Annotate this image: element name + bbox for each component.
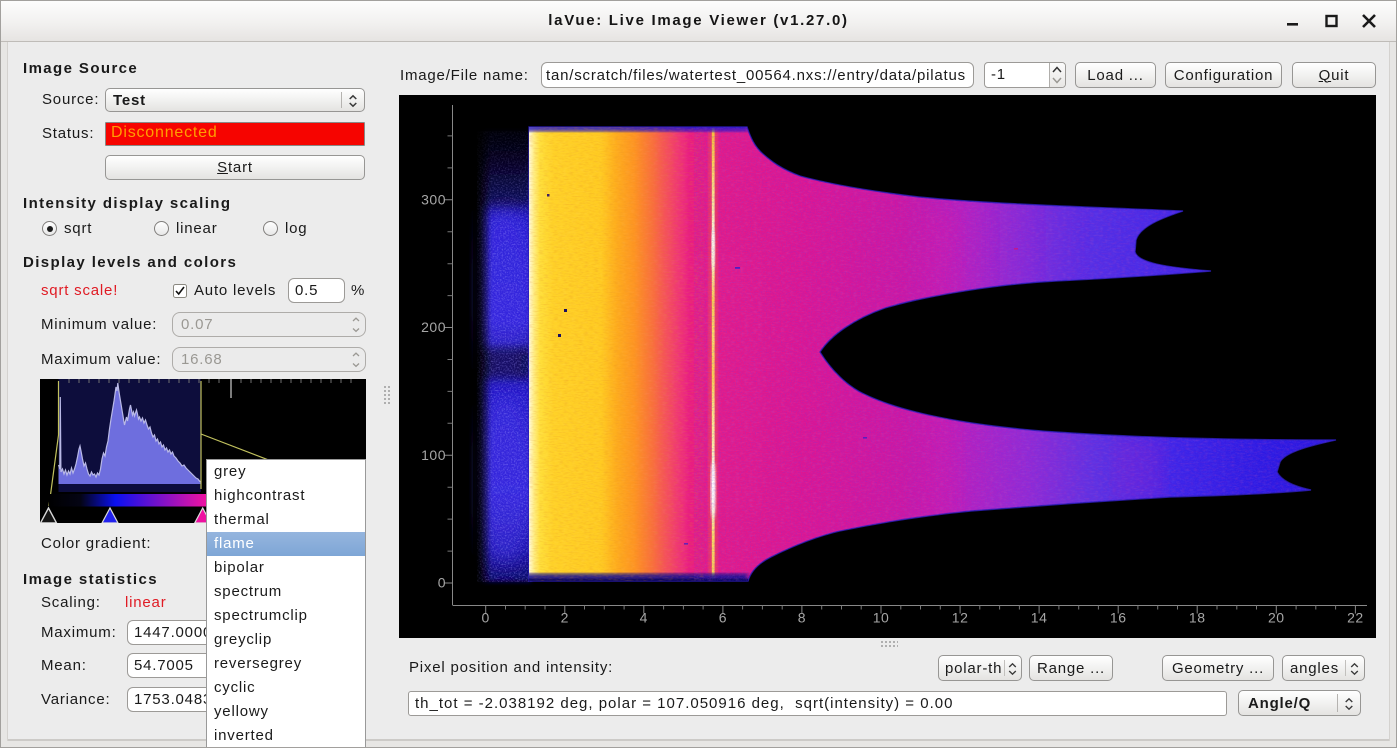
svg-text:12: 12 (952, 610, 969, 626)
svg-text:18: 18 (1189, 610, 1206, 626)
svg-text:0: 0 (482, 610, 490, 626)
svg-text:22: 22 (1347, 610, 1364, 626)
svg-text:8: 8 (798, 610, 806, 626)
svg-text:200: 200 (421, 319, 446, 335)
svg-text:10: 10 (873, 610, 890, 626)
svg-text:20: 20 (1268, 610, 1285, 626)
svg-text:0: 0 (438, 575, 446, 591)
svg-text:4: 4 (640, 610, 648, 626)
svg-text:14: 14 (1031, 610, 1048, 626)
svg-text:16: 16 (1110, 610, 1127, 626)
svg-text:300: 300 (421, 191, 446, 207)
svg-text:6: 6 (719, 610, 727, 626)
svg-text:2: 2 (561, 610, 569, 626)
svg-text:100: 100 (421, 447, 446, 463)
